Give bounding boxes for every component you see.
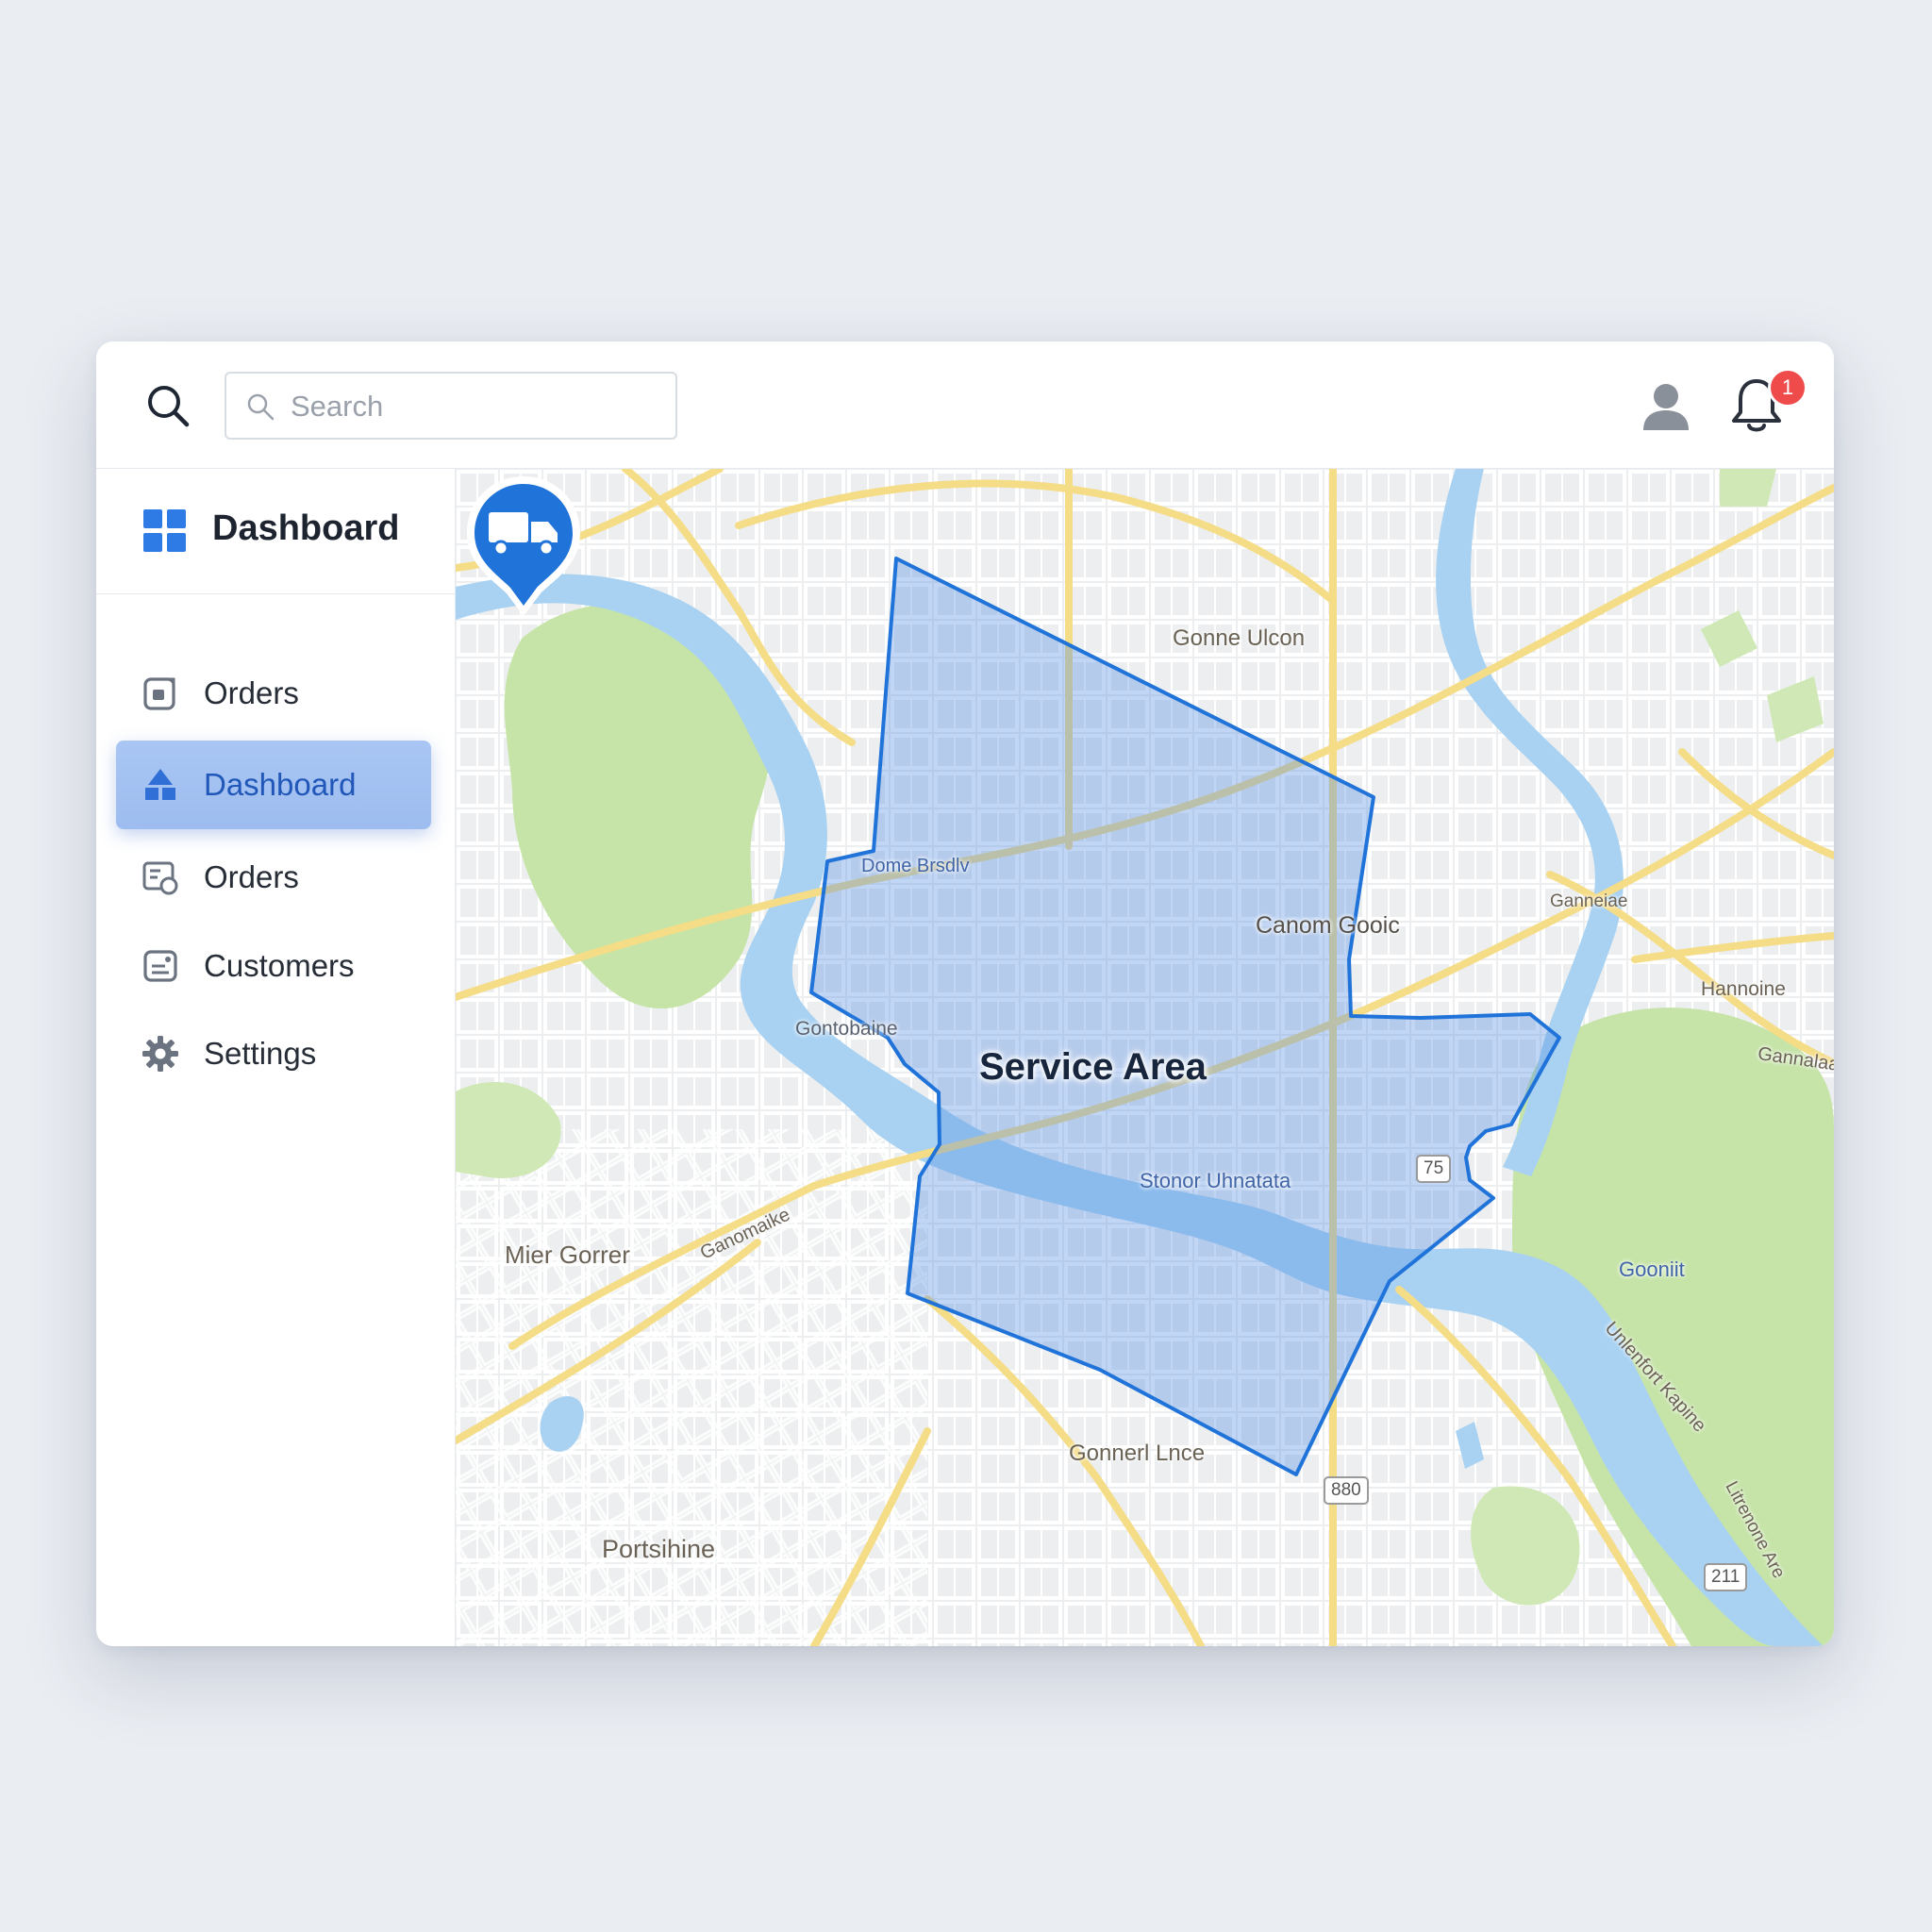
place-label: Gonnerl Lnce: [1069, 1441, 1206, 1466]
user-avatar-icon[interactable]: [1638, 377, 1694, 434]
delivery-marker[interactable]: [456, 469, 591, 629]
place-label: Ganneiae: [1550, 891, 1628, 911]
place-label: Portsihine: [602, 1535, 716, 1563]
place-label: Gontobaine: [795, 1018, 898, 1040]
search-icon[interactable]: [143, 381, 192, 430]
brand-title: Dashboard: [212, 508, 400, 548]
customers-icon: [143, 950, 177, 982]
sidebar-item-orders[interactable]: Orders: [116, 649, 431, 738]
sidebar-brand[interactable]: Dashboard: [96, 469, 455, 594]
orders-settings-icon: [142, 861, 178, 895]
place-label: Gonne Ulcon: [1173, 625, 1306, 651]
sidebar-item-customers[interactable]: Customers: [116, 922, 431, 1010]
place-label: Dome Brsdlv: [861, 856, 970, 876]
place-label: Gooniit: [1619, 1257, 1685, 1281]
highway-shield: 211: [1704, 1563, 1748, 1591]
dashboard-grid-icon: [143, 509, 186, 552]
sidebar-item-label: Orders: [204, 675, 299, 710]
service-area-label: Service Area: [979, 1046, 1207, 1088]
sidebar-item-orders-2[interactable]: Orders: [116, 833, 431, 922]
highway-shield: 75: [1416, 1155, 1452, 1183]
sidebar-item-settings[interactable]: Settings: [116, 1009, 431, 1098]
orders-icon: [143, 677, 175, 710]
place-label: Mier Gorrer: [505, 1241, 630, 1269]
notification-badge: 1: [1768, 368, 1807, 408]
place-label: Canom Gooic: [1256, 912, 1400, 939]
place-label: Hannoine: [1701, 978, 1786, 1000]
search-field-icon: [247, 393, 275, 421]
gear-icon: [142, 1036, 178, 1072]
sidebar-item-label: Orders: [204, 859, 299, 894]
sidebar-item-label: Settings: [204, 1036, 317, 1071]
sidebar-item-dashboard[interactable]: Dashboard: [116, 741, 431, 829]
service-area-map[interactable]: Gonne Ulcon Mier Gorrer Portsihine Canom…: [456, 469, 1834, 1646]
dashboard-icon: [145, 769, 175, 800]
park-area: [1720, 469, 1776, 507]
app-window: 1 Dashboard Orders: [96, 341, 1834, 1646]
sidebar-item-label: Customers: [204, 948, 355, 983]
place-label: Stonor Uhnatata: [1140, 1169, 1291, 1192]
sidebar: Dashboard Orders Dashboard Orders Custom…: [96, 469, 456, 1646]
search-input[interactable]: [289, 374, 660, 440]
sidebar-item-label: Dashboard: [204, 767, 357, 802]
top-bar: 1: [96, 341, 1834, 469]
search-box[interactable]: [225, 372, 677, 440]
highway-shield: 880: [1324, 1476, 1369, 1505]
